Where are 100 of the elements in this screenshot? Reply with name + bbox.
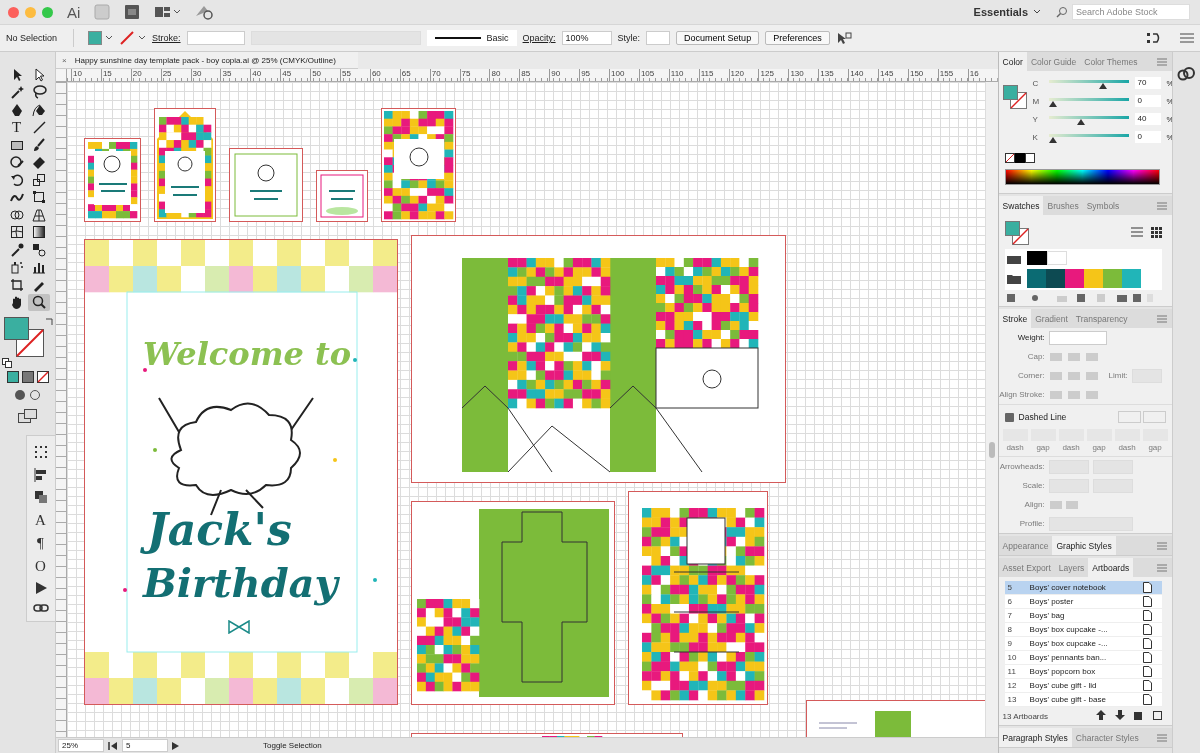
panel-tab[interactable]: Stroke: [998, 309, 1032, 328]
pathfinder-icon[interactable]: [33, 490, 48, 506]
search-icon: [1055, 6, 1069, 18]
workspace-switcher[interactable]: Essentials: [973, 6, 1041, 18]
artboard-row[interactable]: 5 Boys' cover notebook: [1004, 581, 1162, 595]
trash-icon[interactable]: [1152, 710, 1162, 722]
panel-glyph-button[interactable]: ¶: [37, 535, 44, 552]
artboard-row[interactable]: 12 Boys' cube gift - lid: [1004, 679, 1162, 693]
zoom-dropdown[interactable]: 25%: [58, 739, 104, 752]
brush-dropdown[interactable]: Basic: [426, 30, 517, 46]
fill-stroke-icon[interactable]: [1004, 221, 1029, 245]
panel-tab[interactable]: Swatches: [998, 196, 1044, 215]
play-icon[interactable]: [33, 581, 48, 597]
panel-glyph-button[interactable]: A: [35, 512, 46, 529]
opacity-field[interactable]: 100%: [561, 31, 612, 45]
dash-label: dash: [1006, 443, 1024, 452]
caret-icon: [1033, 9, 1041, 15]
poster-name: Jack's: [137, 502, 304, 557]
draw-behind-icon[interactable]: [29, 389, 41, 403]
panel-tab[interactable]: Appearance: [998, 536, 1053, 555]
panel-tab[interactable]: Color: [998, 52, 1027, 71]
default-colors-icon[interactable]: [1, 358, 12, 370]
panel-tab[interactable]: Asset Export: [998, 558, 1055, 577]
panel-tab[interactable]: Artboards: [1088, 558, 1134, 577]
artboard-row[interactable]: 11 Boys' popcorn box: [1004, 665, 1162, 679]
profile-label: Profile:: [1018, 519, 1045, 528]
stock-icon[interactable]: [124, 4, 141, 20]
panel-tab[interactable]: Graphic Styles: [1052, 536, 1116, 555]
artboard-row[interactable]: 8 Boys' box cupcake -...: [1004, 623, 1162, 637]
scrollbar[interactable]: [984, 82, 998, 737]
link-icon[interactable]: [32, 603, 49, 615]
fill-stroke-icon[interactable]: [3, 317, 44, 357]
move-up-icon[interactable]: [1095, 710, 1106, 722]
checkbox[interactable]: [1004, 412, 1014, 422]
artboard-row[interactable]: 10 Boys' pennants ban...: [1004, 651, 1162, 665]
limit-label: Limit:: [1108, 371, 1128, 380]
panel-tab[interactable]: Symbols: [1082, 196, 1124, 215]
search-icon[interactable]: [27, 293, 50, 311]
panel-glyph-button[interactable]: O: [35, 558, 46, 575]
scale-label: Scale:: [1021, 481, 1045, 490]
color-spectrum[interactable]: [1004, 169, 1160, 185]
folder-icon: [1006, 254, 1021, 264]
artboard-row[interactable]: 7 Boys' bag: [1004, 609, 1162, 623]
document-icon: [1142, 680, 1152, 691]
arrange-documents-icon[interactable]: [154, 5, 181, 19]
slider-thumb[interactable]: [1099, 83, 1107, 89]
slider-thumb[interactable]: [1048, 101, 1057, 107]
panel-tab[interactable]: Brushes: [1043, 196, 1083, 215]
new-artboard-icon[interactable]: [1133, 710, 1144, 722]
artboard-row[interactable]: 6 Boys' poster: [1004, 595, 1162, 609]
panel-tab[interactable]: Color Themes: [1080, 52, 1142, 71]
weight-field[interactable]: [1048, 330, 1107, 345]
type-tool[interactable]: T: [5, 118, 28, 136]
channel-value-field[interactable]: 0: [1134, 95, 1161, 107]
grid-view-icon[interactable]: [1150, 226, 1162, 240]
artboard-row[interactable]: 9 Boys' box cupcake -...: [1004, 637, 1162, 651]
corner-label: Corner:: [1016, 371, 1045, 380]
first-artboard-icon[interactable]: [108, 741, 118, 750]
stroke-label[interactable]: Stroke:: [152, 33, 181, 43]
artboard-row[interactable]: 13 Boys' cube gift - base: [1004, 693, 1162, 707]
list-view-icon[interactable]: [1130, 227, 1143, 239]
opacity-label[interactable]: Opacity:: [522, 33, 556, 43]
channel-value-field[interactable]: 0: [1134, 131, 1161, 143]
screen-mode-icon[interactable]: [17, 409, 38, 425]
caret-icon: [105, 35, 114, 41]
fill-stroke-icon[interactable]: [1002, 85, 1027, 109]
panel-tab[interactable]: Character Styles: [1071, 728, 1143, 747]
panel-tab[interactable]: Gradient: [1031, 309, 1072, 328]
color-swatch[interactable]: [1026, 269, 1046, 288]
artboard-number-field[interactable]: 5: [122, 739, 168, 752]
document-tab[interactable]: × Happy sunshine day template pack - boy copia.ai @ 25% (CMYK/Outline): [56, 52, 358, 69]
channel-label: Y: [1032, 114, 1039, 124]
align-icon[interactable]: [33, 468, 48, 484]
document-icon: [1142, 596, 1152, 607]
channel-value-field[interactable]: 40: [1134, 113, 1161, 125]
no-stroke-icon: [119, 30, 136, 46]
stroke-color-dropdown[interactable]: [119, 30, 147, 46]
color-mode-icon[interactable]: [6, 371, 19, 385]
toolbar-button[interactable]: Document Setup: [676, 31, 760, 45]
panel-tab[interactable]: Paragraph Styles: [998, 728, 1072, 747]
slider-thumb[interactable]: [1048, 137, 1057, 143]
poster-title: Birthday: [143, 558, 341, 608]
toolbar-button[interactable]: Preferences: [765, 31, 830, 45]
fill-color-dropdown[interactable]: [88, 31, 114, 45]
next-artboard-icon[interactable]: [172, 741, 179, 750]
stroke-weight-field[interactable]: [186, 31, 245, 45]
channel-value-field[interactable]: 70: [1134, 77, 1161, 89]
move-down-icon[interactable]: [1114, 710, 1125, 722]
search-field[interactable]: Search Adobe Stock: [1072, 4, 1190, 20]
gradient-mode-icon[interactable]: [21, 371, 34, 385]
pointer-icon[interactable]: [835, 31, 852, 45]
none-mode-icon[interactable]: [36, 371, 49, 385]
swatch-group-icon[interactable]: [1026, 251, 1067, 267]
creative-cloud-icon[interactable]: [1177, 66, 1196, 82]
gpu-performance-icon[interactable]: [194, 4, 215, 20]
panel-tab[interactable]: Color Guide: [1026, 52, 1081, 71]
draw-normal-icon[interactable]: [14, 389, 26, 403]
channel-label: M: [1032, 96, 1041, 106]
slider-thumb[interactable]: [1077, 119, 1086, 125]
dashed-line-label: Dashed Line: [1018, 412, 1067, 422]
